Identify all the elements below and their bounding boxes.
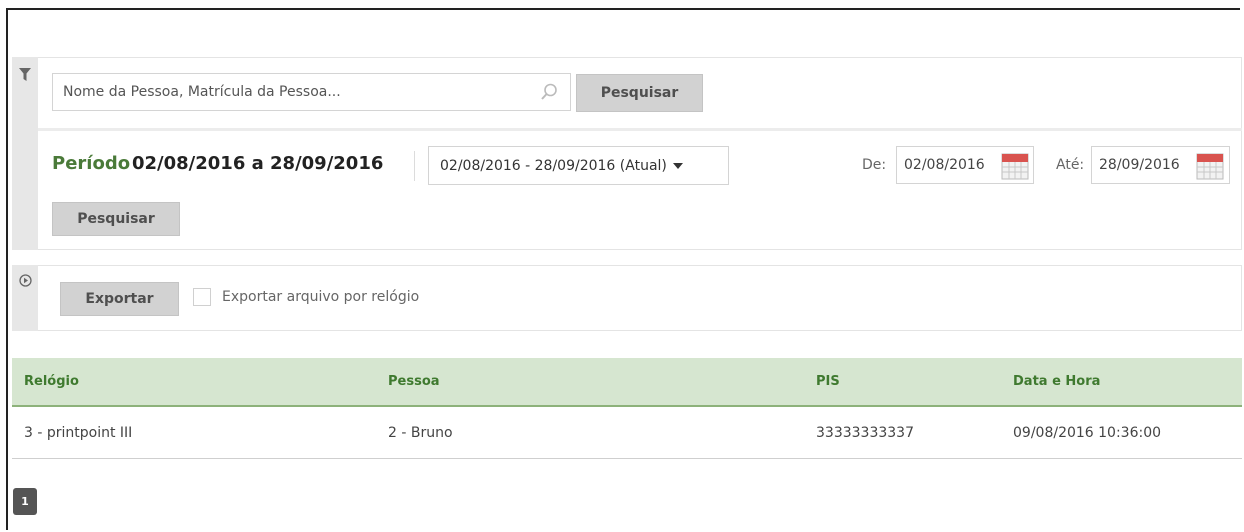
pagination-page-1[interactable]: 1 xyxy=(13,488,37,515)
cell-data-hora: 09/08/2016 10:36:00 xyxy=(1013,425,1162,441)
filter-panel-strip xyxy=(12,57,38,250)
search-button[interactable]: Pesquisar xyxy=(576,74,703,112)
period-search-button[interactable]: Pesquisar xyxy=(52,202,180,236)
from-date-field[interactable]: 02/08/2016 xyxy=(896,146,1034,184)
column-header-relogio[interactable]: Relógio xyxy=(24,374,79,389)
cell-relogio: 3 - printpoint III xyxy=(24,425,133,441)
period-select[interactable]: 02/08/2016 - 28/09/2016 (Atual) xyxy=(428,146,729,185)
cell-pessoa: 2 - Bruno xyxy=(388,425,453,441)
column-header-data-hora[interactable]: Data e Hora xyxy=(1013,374,1100,389)
caret-down-icon xyxy=(672,162,683,169)
to-date-label: Até: xyxy=(1056,157,1085,173)
calendar-icon[interactable] xyxy=(1196,152,1224,180)
column-header-pis[interactable]: PIS xyxy=(816,374,840,389)
period-select-value: 02/08/2016 - 28/09/2016 (Atual) xyxy=(440,157,667,174)
from-date-label: De: xyxy=(862,157,887,173)
from-date-value: 02/08/2016 xyxy=(904,157,985,173)
calendar-icon[interactable] xyxy=(1001,152,1029,180)
search-input[interactable] xyxy=(52,73,571,111)
cell-pis: 33333333337 xyxy=(816,425,914,441)
export-by-clock-checkbox[interactable] xyxy=(193,288,211,306)
to-date-field[interactable]: 28/09/2016 xyxy=(1091,146,1230,184)
to-date-value: 28/09/2016 xyxy=(1099,157,1180,173)
export-panel xyxy=(38,265,1242,331)
magnifier-icon[interactable] xyxy=(539,82,559,102)
export-button[interactable]: Exportar xyxy=(60,282,179,316)
period-separator xyxy=(414,151,415,181)
period-range: 02/08/2016 a 28/09/2016 xyxy=(132,153,384,174)
funnel-icon[interactable] xyxy=(19,68,31,82)
column-header-pessoa[interactable]: Pessoa xyxy=(388,374,440,389)
export-by-clock-label: Exportar arquivo por relógio xyxy=(222,289,420,305)
period-label: Período xyxy=(52,153,131,174)
filter-divider xyxy=(38,128,1242,131)
play-circle-icon[interactable] xyxy=(19,274,32,287)
